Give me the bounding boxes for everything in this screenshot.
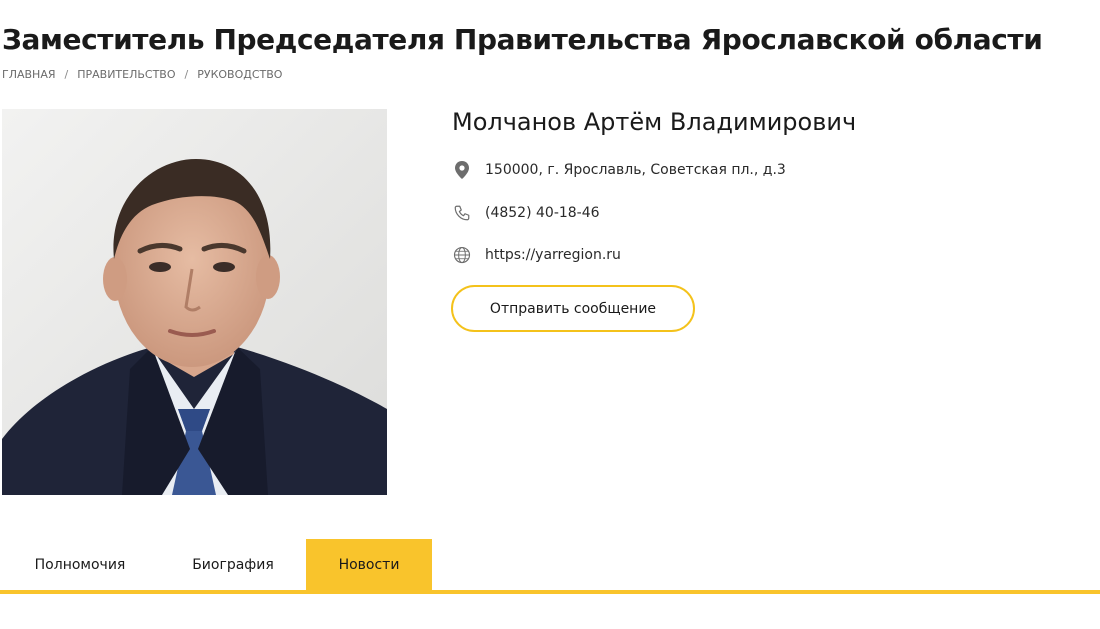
address-text: 150000, г. Ярославль, Советская пл., д.3 — [485, 162, 786, 178]
website-link[interactable]: https://yarregion.ru — [485, 247, 621, 263]
send-message-button[interactable]: Отправить сообщение — [451, 285, 695, 332]
person-photo — [2, 109, 387, 495]
tab-bar: Полномочия Биография Новости — [0, 539, 1100, 591]
contact-website: https://yarregion.ru — [452, 245, 621, 265]
page: Заместитель Председателя Правительства Я… — [0, 0, 1100, 629]
map-pin-icon — [452, 160, 472, 180]
tab-bar-underline — [0, 590, 1100, 594]
tab-biography[interactable]: Биография — [160, 539, 306, 591]
contact-phone: (4852) 40-18-46 — [452, 203, 600, 223]
breadcrumb-item-home[interactable]: ГЛАВНАЯ — [2, 68, 56, 82]
person-name: Молчанов Артём Владимирович — [452, 108, 857, 136]
page-title: Заместитель Председателя Правительства Я… — [2, 23, 1043, 56]
breadcrumb: ГЛАВНАЯ / ПРАВИТЕЛЬСТВО / РУКОВОДСТВО — [2, 68, 282, 82]
globe-icon — [452, 245, 472, 265]
breadcrumb-item-government[interactable]: ПРАВИТЕЛЬСТВО — [77, 68, 175, 82]
contact-address: 150000, г. Ярославль, Советская пл., д.3 — [452, 160, 786, 180]
breadcrumb-separator: / — [64, 68, 69, 81]
breadcrumb-item-leadership[interactable]: РУКОВОДСТВО — [197, 68, 282, 82]
phone-icon — [452, 203, 472, 223]
breadcrumb-separator: / — [184, 68, 189, 81]
phone-link[interactable]: (4852) 40-18-46 — [485, 205, 600, 221]
tab-news[interactable]: Новости — [306, 539, 432, 591]
tab-powers[interactable]: Полномочия — [0, 539, 160, 591]
